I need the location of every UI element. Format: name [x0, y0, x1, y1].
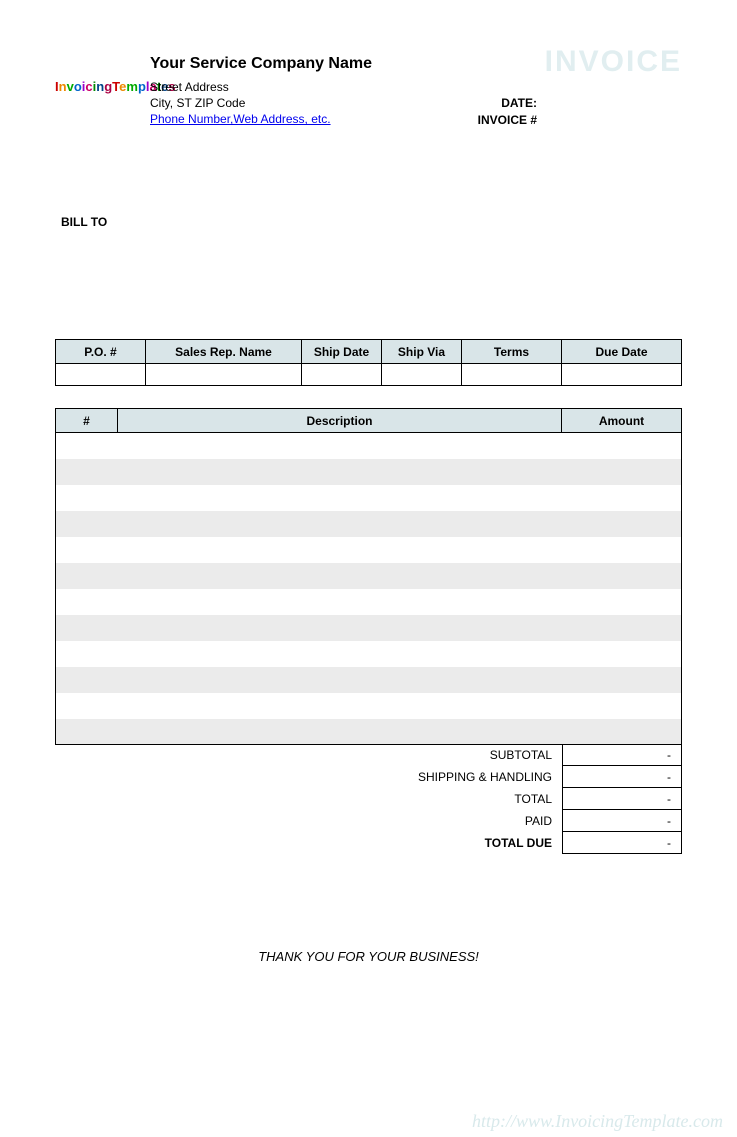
- paid-label: PAID: [55, 814, 562, 828]
- date-label: DATE:: [478, 95, 537, 112]
- item-desc-cell[interactable]: [118, 641, 562, 667]
- item-num-cell[interactable]: [56, 511, 118, 537]
- total-due-label: TOTAL DUE: [55, 836, 562, 850]
- total-due-value: -: [562, 832, 682, 854]
- item-desc-cell[interactable]: [118, 537, 562, 563]
- th-po: P.O. #: [56, 340, 146, 364]
- th-sales-rep: Sales Rep. Name: [146, 340, 302, 364]
- item-desc-cell[interactable]: [118, 589, 562, 615]
- item-num-cell[interactable]: [56, 459, 118, 485]
- item-desc-cell[interactable]: [118, 693, 562, 719]
- item-num-cell[interactable]: [56, 485, 118, 511]
- item-amount-cell[interactable]: [562, 589, 682, 615]
- th-item-desc: Description: [118, 409, 562, 433]
- item-desc-cell[interactable]: [118, 433, 562, 459]
- th-item-num: #: [56, 409, 118, 433]
- item-num-cell[interactable]: [56, 641, 118, 667]
- shipping-value: -: [562, 766, 682, 788]
- shipping-label: SHIPPING & HANDLING: [55, 770, 562, 784]
- th-terms: Terms: [462, 340, 562, 364]
- paid-value: -: [562, 810, 682, 832]
- item-desc-cell[interactable]: [118, 615, 562, 641]
- watermark: http://www.InvoicingTemplate.com: [472, 1111, 723, 1132]
- item-desc-cell[interactable]: [118, 511, 562, 537]
- item-num-cell[interactable]: [56, 433, 118, 459]
- td-ship-via[interactable]: [382, 364, 462, 386]
- item-num-cell[interactable]: [56, 589, 118, 615]
- item-amount-cell[interactable]: [562, 693, 682, 719]
- item-amount-cell[interactable]: [562, 459, 682, 485]
- bill-to-label: BILL TO: [55, 215, 682, 229]
- item-amount-cell[interactable]: [562, 433, 682, 459]
- item-desc-cell[interactable]: [118, 719, 562, 745]
- item-desc-cell[interactable]: [118, 667, 562, 693]
- item-amount-cell[interactable]: [562, 719, 682, 745]
- subtotal-label: SUBTOTAL: [55, 748, 562, 762]
- company-name: Your Service Company Name: [150, 55, 372, 73]
- item-amount-cell[interactable]: [562, 615, 682, 641]
- td-terms[interactable]: [462, 364, 562, 386]
- td-po[interactable]: [56, 364, 146, 386]
- item-desc-cell[interactable]: [118, 563, 562, 589]
- td-ship-date[interactable]: [302, 364, 382, 386]
- item-num-cell[interactable]: [56, 615, 118, 641]
- item-desc-cell[interactable]: [118, 459, 562, 485]
- item-desc-cell[interactable]: [118, 485, 562, 511]
- item-num-cell[interactable]: [56, 537, 118, 563]
- th-ship-date: Ship Date: [302, 340, 382, 364]
- invoice-number-label: INVOICE #: [478, 112, 537, 129]
- item-amount-cell[interactable]: [562, 511, 682, 537]
- item-num-cell[interactable]: [56, 667, 118, 693]
- company-city: City, ST ZIP Code: [150, 95, 372, 111]
- th-item-amount: Amount: [562, 409, 682, 433]
- items-table: # Description Amount: [55, 408, 682, 745]
- th-ship-via: Ship Via: [382, 340, 462, 364]
- total-value: -: [562, 788, 682, 810]
- item-amount-cell[interactable]: [562, 537, 682, 563]
- item-num-cell[interactable]: [56, 693, 118, 719]
- invoice-title: INVOICE: [545, 45, 682, 79]
- item-num-cell[interactable]: [56, 719, 118, 745]
- company-street: Street Address: [150, 79, 372, 95]
- td-sales-rep[interactable]: [146, 364, 302, 386]
- item-num-cell[interactable]: [56, 563, 118, 589]
- totals-block: SUBTOTAL - SHIPPING & HANDLING - TOTAL -…: [55, 744, 682, 854]
- item-amount-cell[interactable]: [562, 563, 682, 589]
- td-due-date[interactable]: [562, 364, 682, 386]
- thank-you-text: THANK YOU FOR YOUR BUSINESS!: [55, 949, 682, 964]
- th-due-date: Due Date: [562, 340, 682, 364]
- item-amount-cell[interactable]: [562, 485, 682, 511]
- subtotal-value: -: [562, 744, 682, 766]
- info-table: P.O. # Sales Rep. Name Ship Date Ship Vi…: [55, 339, 682, 386]
- item-amount-cell[interactable]: [562, 641, 682, 667]
- total-label: TOTAL: [55, 792, 562, 806]
- company-contact-link[interactable]: Phone Number,Web Address, etc.: [150, 112, 331, 126]
- item-amount-cell[interactable]: [562, 667, 682, 693]
